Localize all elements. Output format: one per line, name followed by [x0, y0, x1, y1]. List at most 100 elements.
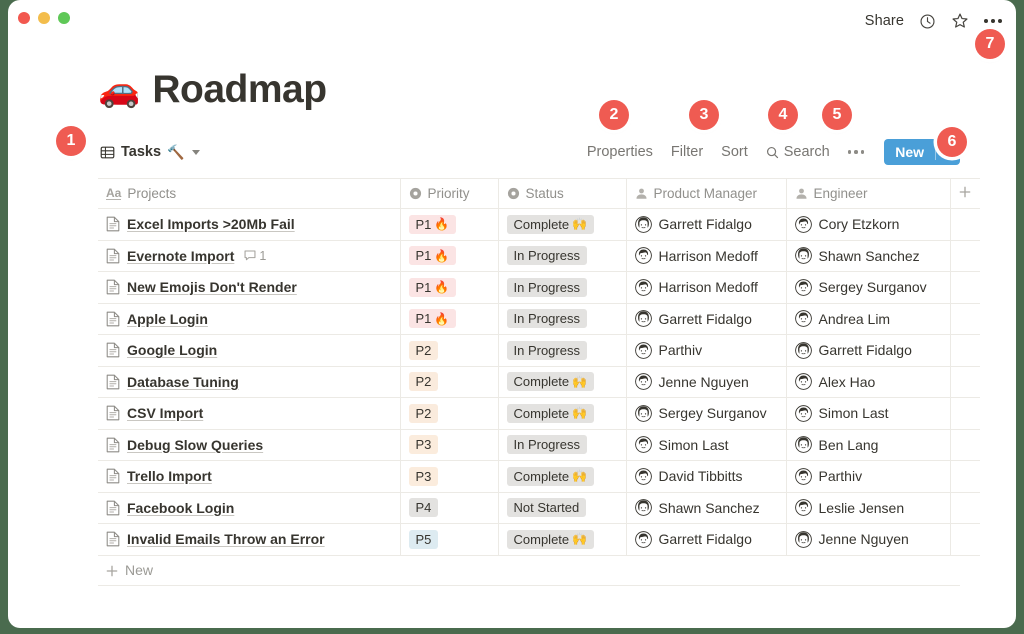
cell-engineer[interactable]: Alex Hao — [786, 366, 951, 398]
person-chip[interactable]: David Tibbitts — [634, 467, 778, 485]
status-badge[interactable]: In Progress — [506, 277, 587, 297]
cell-project-title[interactable]: Debug Slow Queries — [98, 429, 401, 461]
person-chip[interactable]: Jenne Nguyen — [634, 373, 778, 391]
person-chip[interactable]: Alex Hao — [794, 373, 942, 391]
project-title-link[interactable]: Apple Login — [127, 311, 208, 327]
cell-priority[interactable]: P1 🔥 — [400, 208, 499, 241]
table-row[interactable]: Trello Import P3 Complete 🙌 David Tibbitts Pa… — [98, 460, 980, 493]
cell-priority[interactable]: P2 — [400, 334, 499, 367]
cell-engineer[interactable]: Jenne Nguyen — [786, 523, 951, 556]
person-chip[interactable]: Garrett Fidalgo — [634, 530, 778, 548]
person-chip[interactable]: Jenne Nguyen — [794, 530, 942, 548]
priority-badge[interactable]: P4 — [408, 498, 439, 518]
person-chip[interactable]: Garrett Fidalgo — [794, 341, 942, 359]
column-header-engineer[interactable]: Engineer — [786, 178, 951, 209]
comment-count[interactable]: 1 — [244, 249, 266, 263]
cell-engineer[interactable]: Leslie Jensen — [786, 492, 951, 524]
cell-status[interactable]: Complete 🙌 — [498, 460, 627, 493]
project-title-link[interactable]: Database Tuning — [127, 374, 239, 390]
cell-status[interactable]: In Progress — [498, 429, 627, 461]
cell-project-title[interactable]: CSV Import — [98, 397, 401, 430]
cell-engineer[interactable]: Shawn Sanchez — [786, 240, 951, 272]
cell-product-manager[interactable]: Parthiv — [626, 334, 787, 367]
share-button[interactable]: Share — [865, 13, 904, 29]
person-chip[interactable]: Leslie Jensen — [794, 499, 942, 517]
person-chip[interactable]: Shawn Sanchez — [794, 247, 942, 265]
priority-badge[interactable]: P3 — [408, 466, 439, 486]
table-row[interactable]: CSV Import P2 Complete 🙌 Sergey Surganov Simo… — [98, 397, 980, 430]
cell-product-manager[interactable]: David Tibbitts — [626, 460, 787, 493]
cell-priority[interactable]: P1 🔥 — [400, 271, 499, 304]
cell-product-manager[interactable]: Harrison Medoff — [626, 240, 787, 272]
cell-project-title[interactable]: New Emojis Don't Render — [98, 271, 401, 304]
cell-engineer[interactable]: Cory Etzkorn — [786, 208, 951, 241]
column-header-priority[interactable]: Priority — [400, 178, 499, 209]
chevron-down-icon[interactable] — [192, 149, 201, 155]
cell-product-manager[interactable]: Simon Last — [626, 429, 787, 461]
table-row[interactable]: Debug Slow Queries P3 In Progress Simon Las… — [98, 429, 980, 461]
priority-badge[interactable]: P3 — [408, 435, 439, 455]
cell-status[interactable]: Complete 🙌 — [498, 366, 627, 398]
table-row[interactable]: Excel Imports >20Mb Fail P1 🔥 Complete 🙌 Garr… — [98, 208, 980, 241]
cell-engineer[interactable]: Ben Lang — [786, 429, 951, 461]
close-window-button[interactable] — [18, 12, 30, 24]
table-row[interactable]: Database Tuning P2 Complete 🙌 Jenne Nguyen Al… — [98, 366, 980, 398]
cell-product-manager[interactable]: Harrison Medoff — [626, 271, 787, 304]
cell-product-manager[interactable]: Garrett Fidalgo — [626, 208, 787, 241]
cell-project-title[interactable]: Database Tuning — [98, 366, 401, 398]
cell-status[interactable]: In Progress — [498, 240, 627, 272]
person-chip[interactable]: Cory Etzkorn — [794, 215, 942, 233]
cell-project-title[interactable]: Invalid Emails Throw an Error — [98, 523, 401, 556]
status-badge[interactable]: Complete 🙌 — [506, 529, 595, 549]
properties-button[interactable]: Properties — [587, 144, 653, 160]
table-row[interactable]: New Emojis Don't Render P1 🔥 In Progress Har… — [98, 271, 980, 304]
person-chip[interactable]: Simon Last — [634, 436, 778, 454]
project-title-link[interactable]: Evernote Import — [127, 248, 234, 264]
column-header-status[interactable]: Status — [498, 178, 627, 209]
project-title-link[interactable]: CSV Import — [127, 405, 203, 421]
cell-product-manager[interactable]: Shawn Sanchez — [626, 492, 787, 524]
view-tab-tasks[interactable]: Tasks 🔨 — [98, 142, 202, 163]
cell-priority[interactable]: P2 — [400, 397, 499, 430]
priority-badge[interactable]: P1 🔥 — [408, 246, 457, 266]
status-badge[interactable]: Not Started — [506, 498, 587, 518]
status-badge[interactable]: In Progress — [506, 309, 587, 329]
person-chip[interactable]: Andrea Lim — [794, 310, 942, 328]
sort-button[interactable]: Sort — [721, 144, 748, 160]
cell-priority[interactable]: P3 — [400, 460, 499, 493]
page-title[interactable]: Roadmap — [152, 68, 327, 112]
project-title-link[interactable]: Google Login — [127, 342, 217, 358]
cell-product-manager[interactable]: Garrett Fidalgo — [626, 303, 787, 335]
table-row[interactable]: Invalid Emails Throw an Error P5 Complete 🙌… — [98, 523, 980, 556]
cell-priority[interactable]: P2 — [400, 366, 499, 398]
person-chip[interactable]: Sergey Surganov — [794, 278, 942, 296]
star-icon[interactable] — [951, 12, 969, 30]
cell-status[interactable]: Complete 🙌 — [498, 523, 627, 556]
priority-badge[interactable]: P1 🔥 — [408, 309, 457, 329]
cell-engineer[interactable]: Garrett Fidalgo — [786, 334, 951, 367]
table-row[interactable]: Google Login P2 In Progress Parthiv Garrett … — [98, 334, 980, 367]
cell-product-manager[interactable]: Jenne Nguyen — [626, 366, 787, 398]
table-row[interactable]: Apple Login P1 🔥 In Progress Garrett Fidalgo… — [98, 303, 980, 335]
page-icon-emoji[interactable]: 🚗 — [98, 73, 140, 107]
cell-status[interactable]: In Progress — [498, 271, 627, 304]
cell-status[interactable]: In Progress — [498, 303, 627, 335]
add-new-row-button[interactable]: New — [98, 556, 960, 586]
project-title-link[interactable]: New Emojis Don't Render — [127, 279, 297, 295]
column-header-projects[interactable]: Aa Projects — [98, 178, 401, 209]
status-badge[interactable]: Complete 🙌 — [506, 372, 595, 392]
cell-project-title[interactable]: Facebook Login — [98, 492, 401, 524]
cell-status[interactable]: Complete 🙌 — [498, 397, 627, 430]
person-chip[interactable]: Parthiv — [794, 467, 942, 485]
cell-project-title[interactable]: Evernote Import 1 — [98, 240, 401, 272]
cell-project-title[interactable]: Trello Import — [98, 460, 401, 493]
search-button[interactable]: Search — [766, 144, 830, 160]
person-chip[interactable]: Simon Last — [794, 404, 942, 422]
table-row[interactable]: Facebook Login P4 Not Started Shawn Sanchez… — [98, 492, 980, 524]
cell-product-manager[interactable]: Sergey Surganov — [626, 397, 787, 430]
clock-icon[interactable] — [919, 13, 936, 30]
priority-badge[interactable]: P5 — [408, 529, 439, 549]
cell-engineer[interactable]: Andrea Lim — [786, 303, 951, 335]
priority-badge[interactable]: P2 — [408, 372, 439, 392]
cell-project-title[interactable]: Google Login — [98, 334, 401, 367]
